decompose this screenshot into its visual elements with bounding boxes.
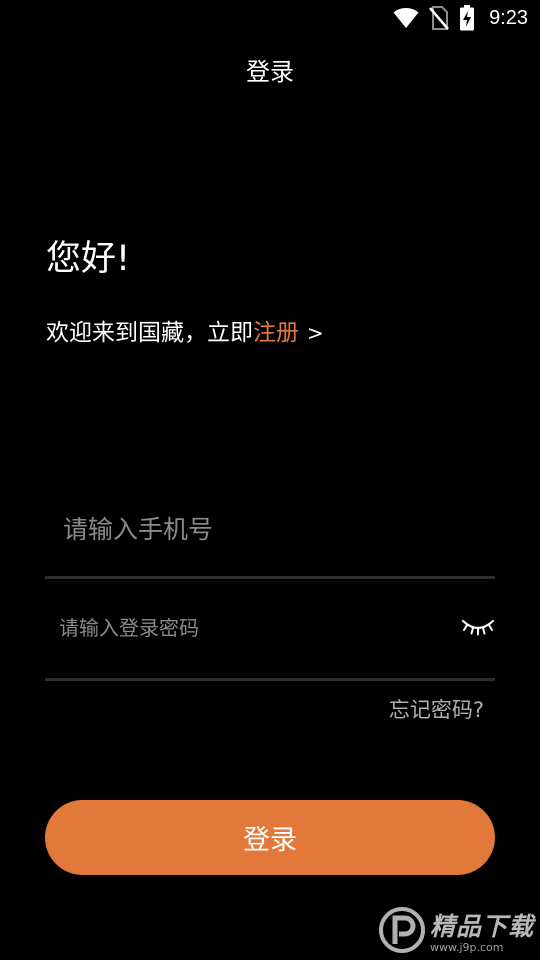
phone-input[interactable]	[61, 508, 485, 550]
welcome-text: 欢迎来到国藏，立即注册 >	[46, 313, 324, 347]
watermark-logo: 精品下载 www.j9p.com	[378, 906, 534, 954]
phone-field-container	[45, 490, 495, 579]
eye-closed-icon[interactable]	[461, 615, 495, 639]
password-input[interactable]	[57, 609, 451, 647]
register-arrow-icon[interactable]: >	[307, 321, 324, 345]
status-bar: 9:23	[0, 0, 540, 36]
watermark-title: 精品下载	[429, 911, 534, 941]
greeting-heading: 您好!	[46, 239, 131, 279]
login-button[interactable]: 登录	[45, 800, 495, 875]
watermark-url: www.j9p.com	[429, 940, 504, 954]
status-time: 9:23	[489, 6, 528, 29]
welcome-prefix: 欢迎来到国藏，立即	[46, 320, 253, 346]
forgot-password-link[interactable]: 忘记密码?	[389, 694, 484, 724]
register-link[interactable]: 注册	[253, 320, 299, 346]
wifi-icon	[393, 7, 419, 29]
site-logo-icon	[378, 907, 425, 953]
password-field-container	[45, 579, 495, 681]
no-sim-icon	[429, 6, 450, 30]
page-title: 登录	[246, 58, 294, 86]
battery-charging-icon	[459, 5, 475, 31]
